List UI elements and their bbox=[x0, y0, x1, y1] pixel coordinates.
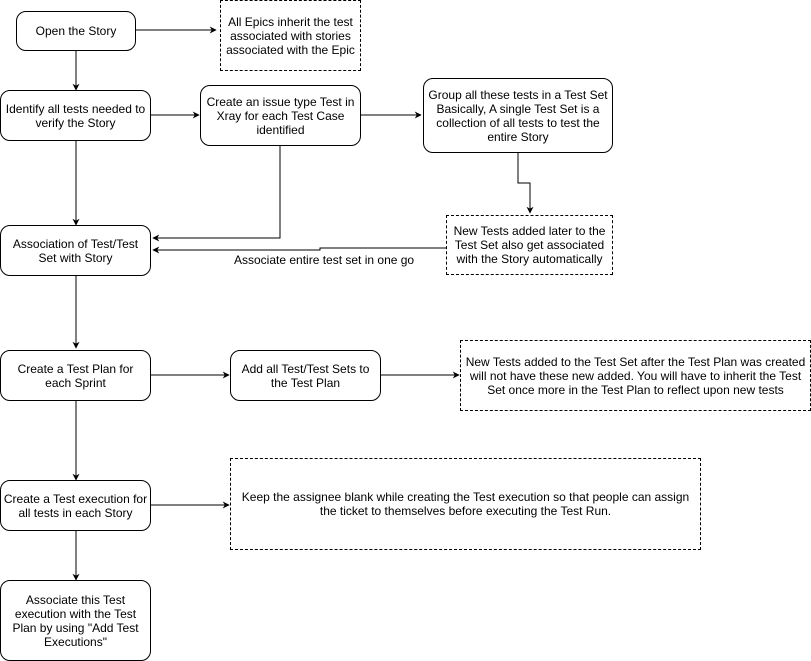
note-label: New Tests added later to the Test Set al… bbox=[453, 224, 606, 266]
node-label: Associate this Test execution with the T… bbox=[12, 592, 139, 649]
node-label: Create a Test Plan for each Sprint bbox=[17, 361, 134, 390]
node-label: Identify all tests needed to verify the … bbox=[5, 101, 146, 130]
edge-label-associate-entire: Associate entire test set in one go bbox=[234, 253, 415, 267]
edge-create-issue-to-association bbox=[152, 146, 281, 242]
note-label: All Epics inherit the test associated wi… bbox=[226, 14, 355, 57]
note-epics-inherit[interactable]: All Epics inherit the test associated wi… bbox=[220, 0, 361, 71]
note-assignee-blank[interactable]: Keep the assignee blank while creating t… bbox=[230, 458, 701, 550]
note-label: New Tests added to the Test Set after th… bbox=[465, 354, 806, 397]
node-association[interactable]: Association of Test/Test Set with Story bbox=[0, 225, 151, 276]
node-label: Group all these tests in a Test Set Basi… bbox=[428, 87, 608, 144]
node-group-tests[interactable]: Group all these tests in a Test Set Basi… bbox=[423, 78, 613, 153]
node-open-story[interactable]: Open the Story bbox=[16, 11, 136, 51]
node-associate-execution[interactable]: Associate this Test execution with the T… bbox=[0, 580, 151, 661]
note-label: Keep the assignee blank while creating t… bbox=[241, 490, 690, 518]
node-create-issue-test[interactable]: Create an issue type Test in Xray for ea… bbox=[200, 85, 361, 146]
note-new-tests-later[interactable]: New Tests added later to the Test Set al… bbox=[446, 215, 613, 275]
node-add-test-sets[interactable]: Add all Test/Test Sets to the Test Plan bbox=[230, 350, 381, 401]
node-create-test-plan[interactable]: Create a Test Plan for each Sprint bbox=[0, 350, 151, 401]
node-create-test-execution[interactable]: Create a Test execution for all tests in… bbox=[0, 480, 151, 531]
node-label: Open the Story bbox=[35, 24, 117, 38]
node-label: Create an issue type Test in Xray for ea… bbox=[206, 94, 355, 137]
node-label: Create a Test execution for all tests in… bbox=[3, 491, 148, 520]
node-label: Association of Test/Test Set with Story bbox=[12, 236, 139, 265]
edge-group-to-new-tests bbox=[517, 153, 534, 214]
edge-new-tests-to-association bbox=[152, 246, 446, 254]
note-plan-inherit[interactable]: New Tests added to the Test Set after th… bbox=[460, 340, 811, 411]
node-label: Add all Test/Test Sets to the Test Plan bbox=[241, 361, 370, 390]
node-identify-tests[interactable]: Identify all tests needed to verify the … bbox=[0, 90, 151, 141]
